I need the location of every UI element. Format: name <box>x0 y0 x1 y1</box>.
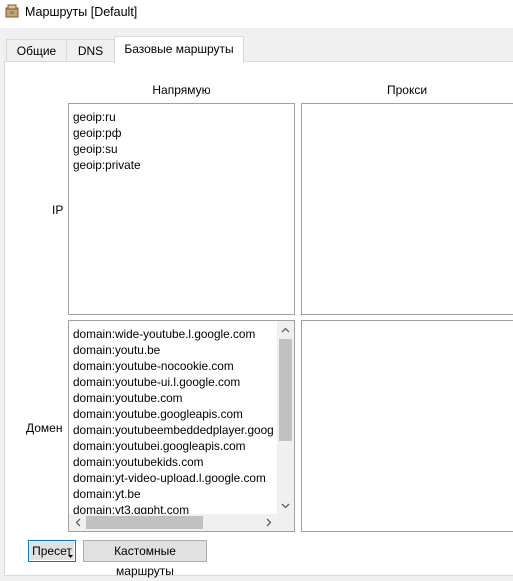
list-item: domain:yt.be <box>73 487 141 501</box>
list-item: domain:youtube.googleapis.com <box>73 407 243 421</box>
preset-button[interactable]: Пресет <box>28 540 76 562</box>
dropdown-arrow-icon <box>68 555 73 558</box>
list-item: domain:youtubei.googleapis.com <box>73 439 246 453</box>
horizontal-scrollbar[interactable] <box>69 514 277 531</box>
app-icon <box>5 4 19 18</box>
chevron-right-icon[interactable] <box>260 514 277 531</box>
chevron-left-icon[interactable] <box>69 514 86 531</box>
list-item: domain:youtubekids.com <box>73 455 204 469</box>
row-label-domain: Домен <box>26 421 63 435</box>
vertical-scrollbar[interactable] <box>277 321 294 514</box>
tab-dns[interactable]: DNS <box>66 39 115 61</box>
row-label-ip: IP <box>52 203 64 217</box>
domain-direct-textarea[interactable]: domain:wide-youtube.l.google.com domain:… <box>68 320 295 532</box>
list-item: domain:yt-video-upload.l.google.com <box>73 471 266 485</box>
window-title: Маршруты [Default] <box>25 5 138 19</box>
ip-direct-textarea[interactable]: geoip:ru geoip:рф geoip:su geoip:private <box>68 103 295 315</box>
list-item: domain:youtu.be <box>73 343 161 357</box>
tab-strip: Общие DNS Базовые маршруты <box>0 36 513 63</box>
tab-label: Общие <box>16 44 57 58</box>
column-header-direct: Напрямую <box>152 83 211 97</box>
vertical-scroll-thumb[interactable] <box>279 339 292 441</box>
list-item: domain:wide-youtube.l.google.com <box>73 327 256 341</box>
horizontal-scroll-thumb[interactable] <box>86 516 203 529</box>
title-bar: Маршруты [Default] <box>0 0 513 28</box>
domain-direct-lines: domain:wide-youtube.l.google.com domain:… <box>73 326 274 518</box>
list-item: domain:youtubeembeddedplayer.goog <box>73 423 274 437</box>
list-item: domain:youtube-ui.l.google.com <box>73 375 241 389</box>
chevron-down-icon[interactable] <box>277 497 294 514</box>
list-item: geoip:ru <box>73 110 116 124</box>
domain-proxy-textarea[interactable] <box>301 320 513 532</box>
tab-base-routes[interactable]: Базовые маршруты <box>114 36 244 63</box>
list-item: geoip:private <box>73 158 141 172</box>
list-item: geoip:su <box>73 142 118 156</box>
ip-direct-lines: geoip:ru geoip:рф geoip:su geoip:private <box>73 109 141 173</box>
tab-general[interactable]: Общие <box>6 39 67 61</box>
custom-routes-button-label: Кастомные маршруты <box>114 544 176 578</box>
custom-routes-button[interactable]: Кастомные маршруты <box>83 540 207 578</box>
ip-proxy-textarea[interactable] <box>301 103 513 315</box>
list-item: geoip:рф <box>73 126 122 140</box>
tab-label: Базовые маршруты <box>124 42 234 56</box>
chevron-up-icon[interactable] <box>277 321 294 338</box>
tab-label: DNS <box>77 44 104 58</box>
scrollbar-corner <box>277 514 294 531</box>
list-item: domain:youtube-nocookie.com <box>73 359 234 373</box>
list-item: domain:youtube.com <box>73 391 183 405</box>
preset-button-label: Пресет <box>32 544 72 558</box>
column-header-proxy: Прокси <box>386 83 428 97</box>
